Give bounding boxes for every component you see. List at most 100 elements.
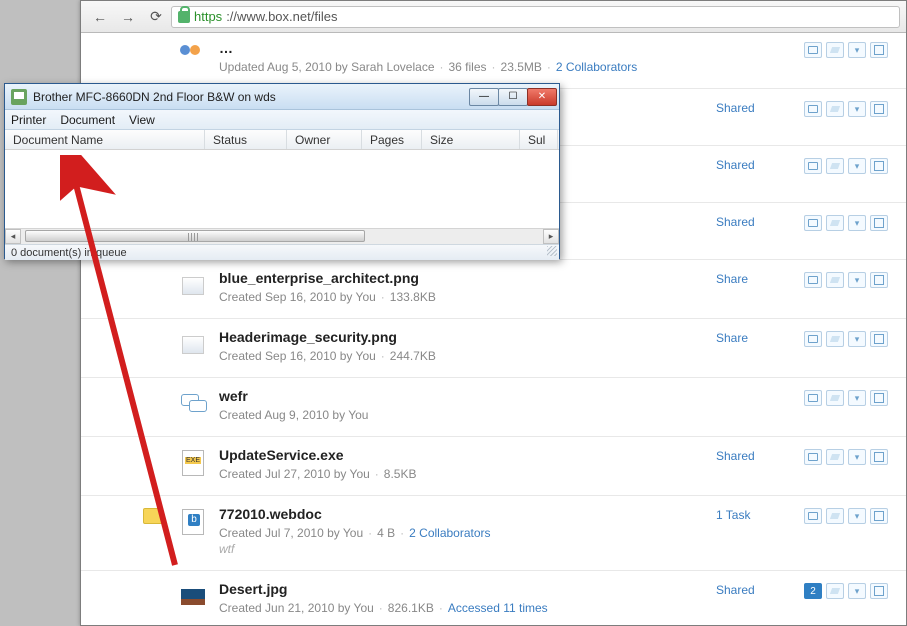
down-action-icon[interactable] [848, 583, 866, 599]
comment-action-icon[interactable] [804, 215, 822, 231]
check-action-icon[interactable] [870, 583, 888, 599]
menu-document[interactable]: Document [60, 113, 115, 127]
scroll-right-button[interactable]: ▸ [543, 229, 559, 244]
down-action-icon[interactable] [848, 508, 866, 524]
scroll-thumb[interactable] [25, 230, 365, 242]
queue-body [5, 150, 559, 228]
tag-action-icon[interactable] [826, 508, 844, 524]
down-action-icon[interactable] [848, 158, 866, 174]
comment-action-icon[interactable] [804, 449, 822, 465]
comment-action-icon[interactable] [804, 331, 822, 347]
column-status[interactable]: Status [205, 130, 287, 149]
down-action-icon[interactable] [848, 331, 866, 347]
comment-action-icon[interactable] [804, 390, 822, 406]
file-row[interactable]: Desert.jpgCreated Jun 21, 2010 by You·82… [81, 571, 906, 625]
column-document-name[interactable]: Document Name [5, 130, 205, 149]
down-action-icon[interactable] [848, 101, 866, 117]
down-action-icon[interactable] [848, 272, 866, 288]
file-meta: Created Aug 9, 2010 by You [219, 408, 716, 422]
file-row[interactable]: Headerimage_security.pngCreated Sep 16, … [81, 319, 906, 378]
share-badge[interactable]: Shared [716, 581, 786, 597]
comment-action-icon[interactable] [804, 272, 822, 288]
tag-action-icon[interactable] [826, 215, 844, 231]
tag-action-icon[interactable] [826, 390, 844, 406]
check-action-icon[interactable] [870, 449, 888, 465]
check-action-icon[interactable] [870, 272, 888, 288]
window-titlebar[interactable]: Brother MFC-8660DN 2nd Floor B&W on wds [5, 84, 559, 110]
status-text: 0 document(s) in queue [11, 247, 127, 259]
check-action-icon[interactable] [870, 101, 888, 117]
share-badge[interactable]: Shared [716, 213, 786, 229]
address-bar: ← → ⟳ https://www.box.net/files [81, 1, 906, 33]
tag-action-icon[interactable] [826, 101, 844, 117]
file-row[interactable]: wefr Created Aug 9, 2010 by You [81, 378, 906, 437]
tag-action-icon[interactable] [826, 583, 844, 599]
tag-action-icon[interactable] [826, 272, 844, 288]
down-action-icon[interactable] [848, 42, 866, 58]
file-name[interactable]: Desert.jpg [219, 581, 716, 597]
share-badge[interactable]: 1 Task [716, 506, 786, 522]
down-action-icon[interactable] [848, 215, 866, 231]
down-action-icon[interactable] [848, 390, 866, 406]
window-statusbar: 0 document(s) in queue [5, 244, 559, 260]
window-buttons [470, 88, 559, 106]
column-size[interactable]: Size [422, 130, 520, 149]
check-action-icon[interactable] [870, 390, 888, 406]
tag-action-icon[interactable] [826, 158, 844, 174]
nav-forward-button[interactable]: → [115, 6, 141, 28]
window-close-button[interactable] [527, 88, 557, 106]
comment-count-badge[interactable]: 2 [804, 583, 822, 599]
check-action-icon[interactable] [870, 508, 888, 524]
menu-printer[interactable]: Printer [11, 113, 46, 127]
file-row[interactable]: blue_enterprise_architect.png Created Sep… [81, 260, 906, 319]
check-action-icon[interactable] [870, 158, 888, 174]
nav-reload-button[interactable]: ⟳ [143, 6, 169, 28]
file-name[interactable]: 772010.webdoc [219, 506, 716, 522]
column-owner[interactable]: Owner [287, 130, 362, 149]
share-badge[interactable]: Shared [716, 99, 786, 115]
share-badge[interactable]: Shared [716, 447, 786, 463]
scroll-track[interactable] [21, 229, 543, 244]
tag-action-icon[interactable] [826, 449, 844, 465]
action-buttons [786, 388, 896, 406]
file-meta: Created Jul 7, 2010 by You·4 B·2 Collabo… [219, 526, 716, 540]
tag-action-icon[interactable] [826, 331, 844, 347]
column-sul[interactable]: Sul [520, 130, 558, 149]
share-badge[interactable]: Shared [716, 156, 786, 172]
share-badge[interactable]: Share [716, 270, 786, 286]
file-row[interactable]: UpdateService.exeCreated Jul 27, 2010 by… [81, 437, 906, 496]
window-maximize-button[interactable] [498, 88, 528, 106]
file-row[interactable]: 772010.webdoc Created Jul 7, 2010 by You·… [81, 496, 906, 571]
comment-action-icon[interactable] [804, 42, 822, 58]
file-type-icon [177, 581, 209, 613]
share-badge [716, 388, 786, 390]
down-action-icon[interactable] [848, 449, 866, 465]
comment-action-icon[interactable] [804, 101, 822, 117]
tag-action-icon[interactable] [826, 42, 844, 58]
comment-action-icon[interactable] [804, 508, 822, 524]
file-details: wefr Created Aug 9, 2010 by You [219, 388, 716, 422]
file-name[interactable]: wefr [219, 388, 716, 404]
column-pages[interactable]: Pages [362, 130, 422, 149]
printer-queue-window: Brother MFC-8660DN 2nd Floor B&W on wds … [4, 83, 560, 259]
file-details: 772010.webdoc Created Jul 7, 2010 by You·… [219, 506, 716, 556]
check-action-icon[interactable] [870, 331, 888, 347]
column-headers: Document NameStatusOwnerPagesSizeSul [5, 130, 559, 150]
file-row[interactable]: …Updated Aug 5, 2010 by Sarah Lovelace·3… [81, 34, 906, 89]
nav-back-button[interactable]: ← [87, 6, 113, 28]
menu-view[interactable]: View [129, 113, 155, 127]
share-badge[interactable]: Share [716, 329, 786, 345]
scroll-left-button[interactable]: ◂ [5, 229, 21, 244]
horizontal-scrollbar[interactable]: ◂ ▸ [5, 228, 559, 244]
omnibox[interactable]: https://www.box.net/files [171, 6, 900, 28]
file-meta: Created Sep 16, 2010 by You·133.8KB [219, 290, 716, 304]
file-name[interactable]: Headerimage_security.png [219, 329, 716, 345]
file-name[interactable]: UpdateService.exe [219, 447, 716, 463]
check-action-icon[interactable] [870, 215, 888, 231]
file-name[interactable]: blue_enterprise_architect.png [219, 270, 716, 286]
file-name[interactable]: … [219, 40, 716, 56]
check-action-icon[interactable] [870, 42, 888, 58]
window-minimize-button[interactable] [469, 88, 499, 106]
resize-grip-icon[interactable] [547, 246, 557, 256]
comment-action-icon[interactable] [804, 158, 822, 174]
